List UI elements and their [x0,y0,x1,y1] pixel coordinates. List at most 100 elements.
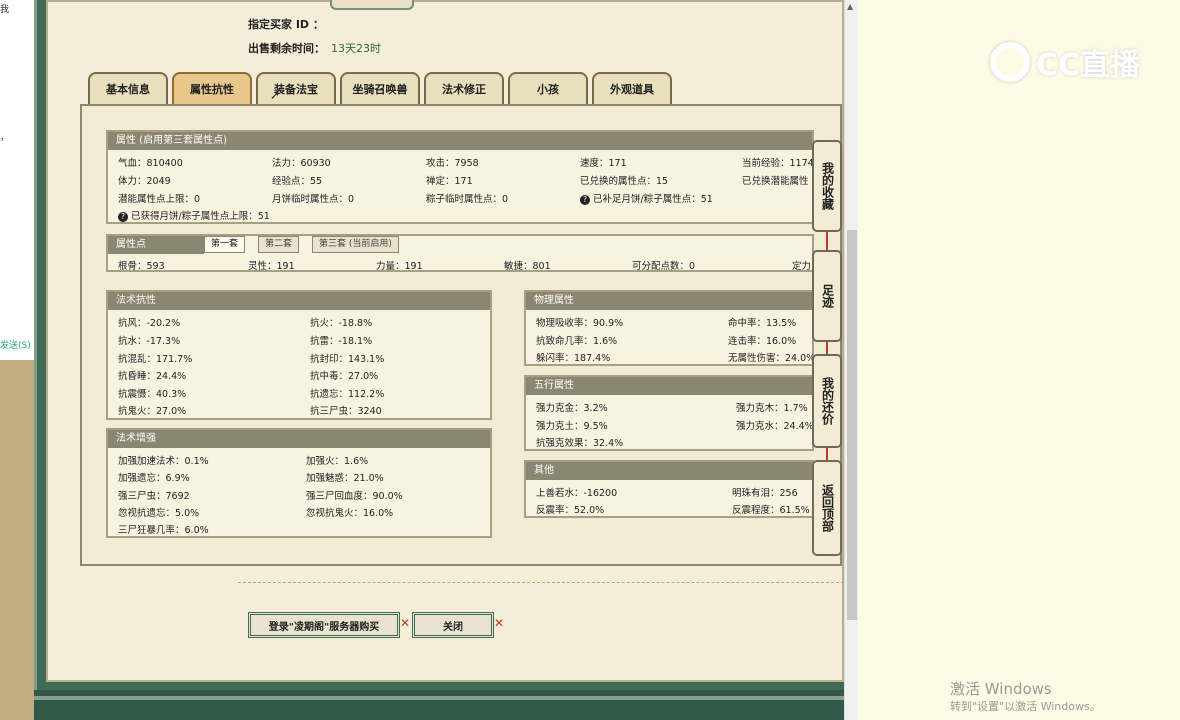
enhance-cell: 加强加速法术：0.1% [118,456,209,467]
enhance-cell: 三尸狂暴几率：6.0% [118,525,209,536]
my-offers-button[interactable]: 我的还价 [812,354,842,448]
points-cell: 定力 [792,261,812,272]
enhance-cell: 加强遗忘：6.9% [118,473,190,484]
attr-footnote: ? 已获得月饼/粽子属性点上限：51 [118,208,270,222]
buyer-id-row: 指定买家 ID ： [248,16,324,32]
points-cell: 灵性：191 [248,261,295,272]
enhance-cell: 强三尸虫：7692 [118,491,190,502]
resist-title: 法术抗性 [108,292,490,310]
enhance-cell: 加强火：1.6% [306,456,369,467]
resist-cell: 抗遗忘：112.2% [310,389,385,400]
attr-cell: ? 已补足月饼/粽子属性点：51 [580,191,713,205]
login-buy-button[interactable]: 登录"凌期阁"服务器购买 [248,612,400,638]
resist-cell: 抗鬼火：27.0% [118,406,187,417]
five-elements-cell: 强力克水：24.4% [736,421,814,432]
points-title: 属性点 [108,236,204,254]
physical-cell: 躲闪率：187.4% [536,353,611,364]
enhance-cell: 强三尸回血度：90.0% [306,491,403,502]
physical-cell: 抗致命几率：1.6% [536,336,618,347]
attr-cell: 月饼临时属性点：0 [272,194,355,205]
attr-cell: 气血：810400 [118,158,183,169]
logo-ring-icon [990,42,1030,82]
right-background [858,0,1180,720]
physical-title: 物理属性 [526,292,812,310]
five-elements-cell: 强力克金：3.2% [536,403,608,414]
remaining-time-row: 出售剩余时间： 13天23时 [248,40,381,56]
attr-cell: 速度：171 [580,158,627,169]
resist-cell: 抗风：-20.2% [118,318,181,329]
tab-appearance[interactable]: 外观道具 [592,72,672,104]
tab-bar: 基本信息 属性抗性 装备法宝 坐骑召唤兽 法术修正 小孩 外观道具 [88,72,672,104]
connector-line [826,230,828,252]
tab-attributes[interactable]: 属性抗性 [172,72,252,104]
attr-cell: 潜能属性点上限：0 [118,194,201,205]
enhance-cell: 加强魅惑：21.0% [306,473,384,484]
send-button-fragment[interactable]: 发送(S) [0,338,31,351]
watermark-title: 激活 Windows [950,680,1052,698]
my-favorites-button[interactable]: 我的收藏 [812,140,842,232]
attr-cell: 禅定：171 [426,176,473,187]
footprints-button[interactable]: 足迹 [812,250,842,342]
scroll-up-icon[interactable]: ▲ [847,2,853,11]
resist-cell: 抗昏睡：24.4% [118,371,187,382]
tab-mounts-pets[interactable]: 坐骑召唤兽 [340,72,420,104]
resist-cell: 抗中毒：27.0% [310,371,379,382]
subtab-set-3[interactable]: 第三套 (当前启用) [312,236,399,253]
bottom-frame-bar [34,690,844,720]
scrollbar-thumb[interactable] [847,230,857,620]
buyer-id-label: 指定买家 ID ： [248,18,324,31]
points-cell: 可分配点数：0 [632,261,696,272]
resist-cell: 抗混乱：171.7% [118,354,193,365]
resist-cell: 抗震慑：40.3% [118,389,187,400]
left-window-fragment: 我 ， 发送(S) [0,0,34,720]
close-button[interactable]: 关闭 [412,612,494,638]
other-cell: 反震程度：61.5% [732,505,810,516]
remaining-time-value: 13天23时 [331,42,381,55]
resist-cell: 抗火：-18.8% [310,318,373,329]
other-title: 其他 [526,462,812,480]
five-elements-cell: 强力克木：1.7% [736,403,808,414]
mouse-cursor-icon: ➚ [270,88,281,102]
attr-cell: 攻击：7958 [426,158,479,169]
five-elements-title: 五行属性 [526,377,812,395]
other-cell: 明珠有泪：256 [732,488,798,499]
physical-cell: 连击率：16.0% [728,336,797,347]
logo-text: CC直播 [1036,48,1141,83]
physical-cell: 无属性伤害：24.0% [728,353,816,364]
attr-cell-text: 已补足月饼/粽子属性点：51 [593,194,713,205]
attr-cell: 法力：60930 [272,158,331,169]
scrollbar[interactable]: ▲ [844,0,858,720]
remaining-time-label: 出售剩余时间： [248,42,325,55]
other-cell: 上善若水：-16200 [536,488,618,499]
attr-cell: 体力：2049 [118,176,171,187]
back-to-top-button[interactable]: 返回顶部 [812,460,842,556]
enhance-cell: 忽视抗鬼火：16.0% [306,508,394,519]
attr-cell: 已兑换的属性点：15 [580,176,669,187]
help-icon[interactable]: ? [580,195,590,205]
attr-cell: 当前经验：1174 [742,158,814,169]
points-cell: 根骨：593 [118,261,165,272]
points-cell: 力量：191 [376,261,423,272]
x-mark-icon: ✕ [494,616,505,630]
attr-cell: 经验点：55 [272,176,323,187]
five-elements-cell: 强力克土：9.5% [536,421,608,432]
tab-equipment[interactable]: 装备法宝 [256,72,336,104]
divider [238,582,844,583]
subtab-set-2[interactable]: 第二套 [258,236,300,253]
enhance-title: 法术增强 [108,430,490,448]
tab-basic-info[interactable]: 基本信息 [88,72,168,104]
resist-cell: 抗封印：143.1% [310,354,385,365]
tab-spell-mods[interactable]: 法术修正 [424,72,504,104]
windows-activation-watermark: 激活 Windows 转到"设置"以激活 Windows。 [950,680,1101,716]
chat-fragment-1: 我 [0,5,10,15]
chat-fragment-2: ， [0,133,10,143]
resist-cell: 抗雷：-18.1% [310,336,373,347]
tab-children[interactable]: 小孩 [508,72,588,104]
attr-cell: 已兑换潜能属性 [742,176,809,187]
subtab-set-1[interactable]: 第一套 [204,236,246,253]
help-icon[interactable]: ? [118,212,128,222]
attributes-title: 属性 (启用第三套属性点) [108,132,812,150]
top-handle [330,0,414,10]
resist-cell: 抗三尸虫：3240 [310,406,382,417]
watermark-subtitle: 转到"设置"以激活 Windows。 [950,700,1101,713]
